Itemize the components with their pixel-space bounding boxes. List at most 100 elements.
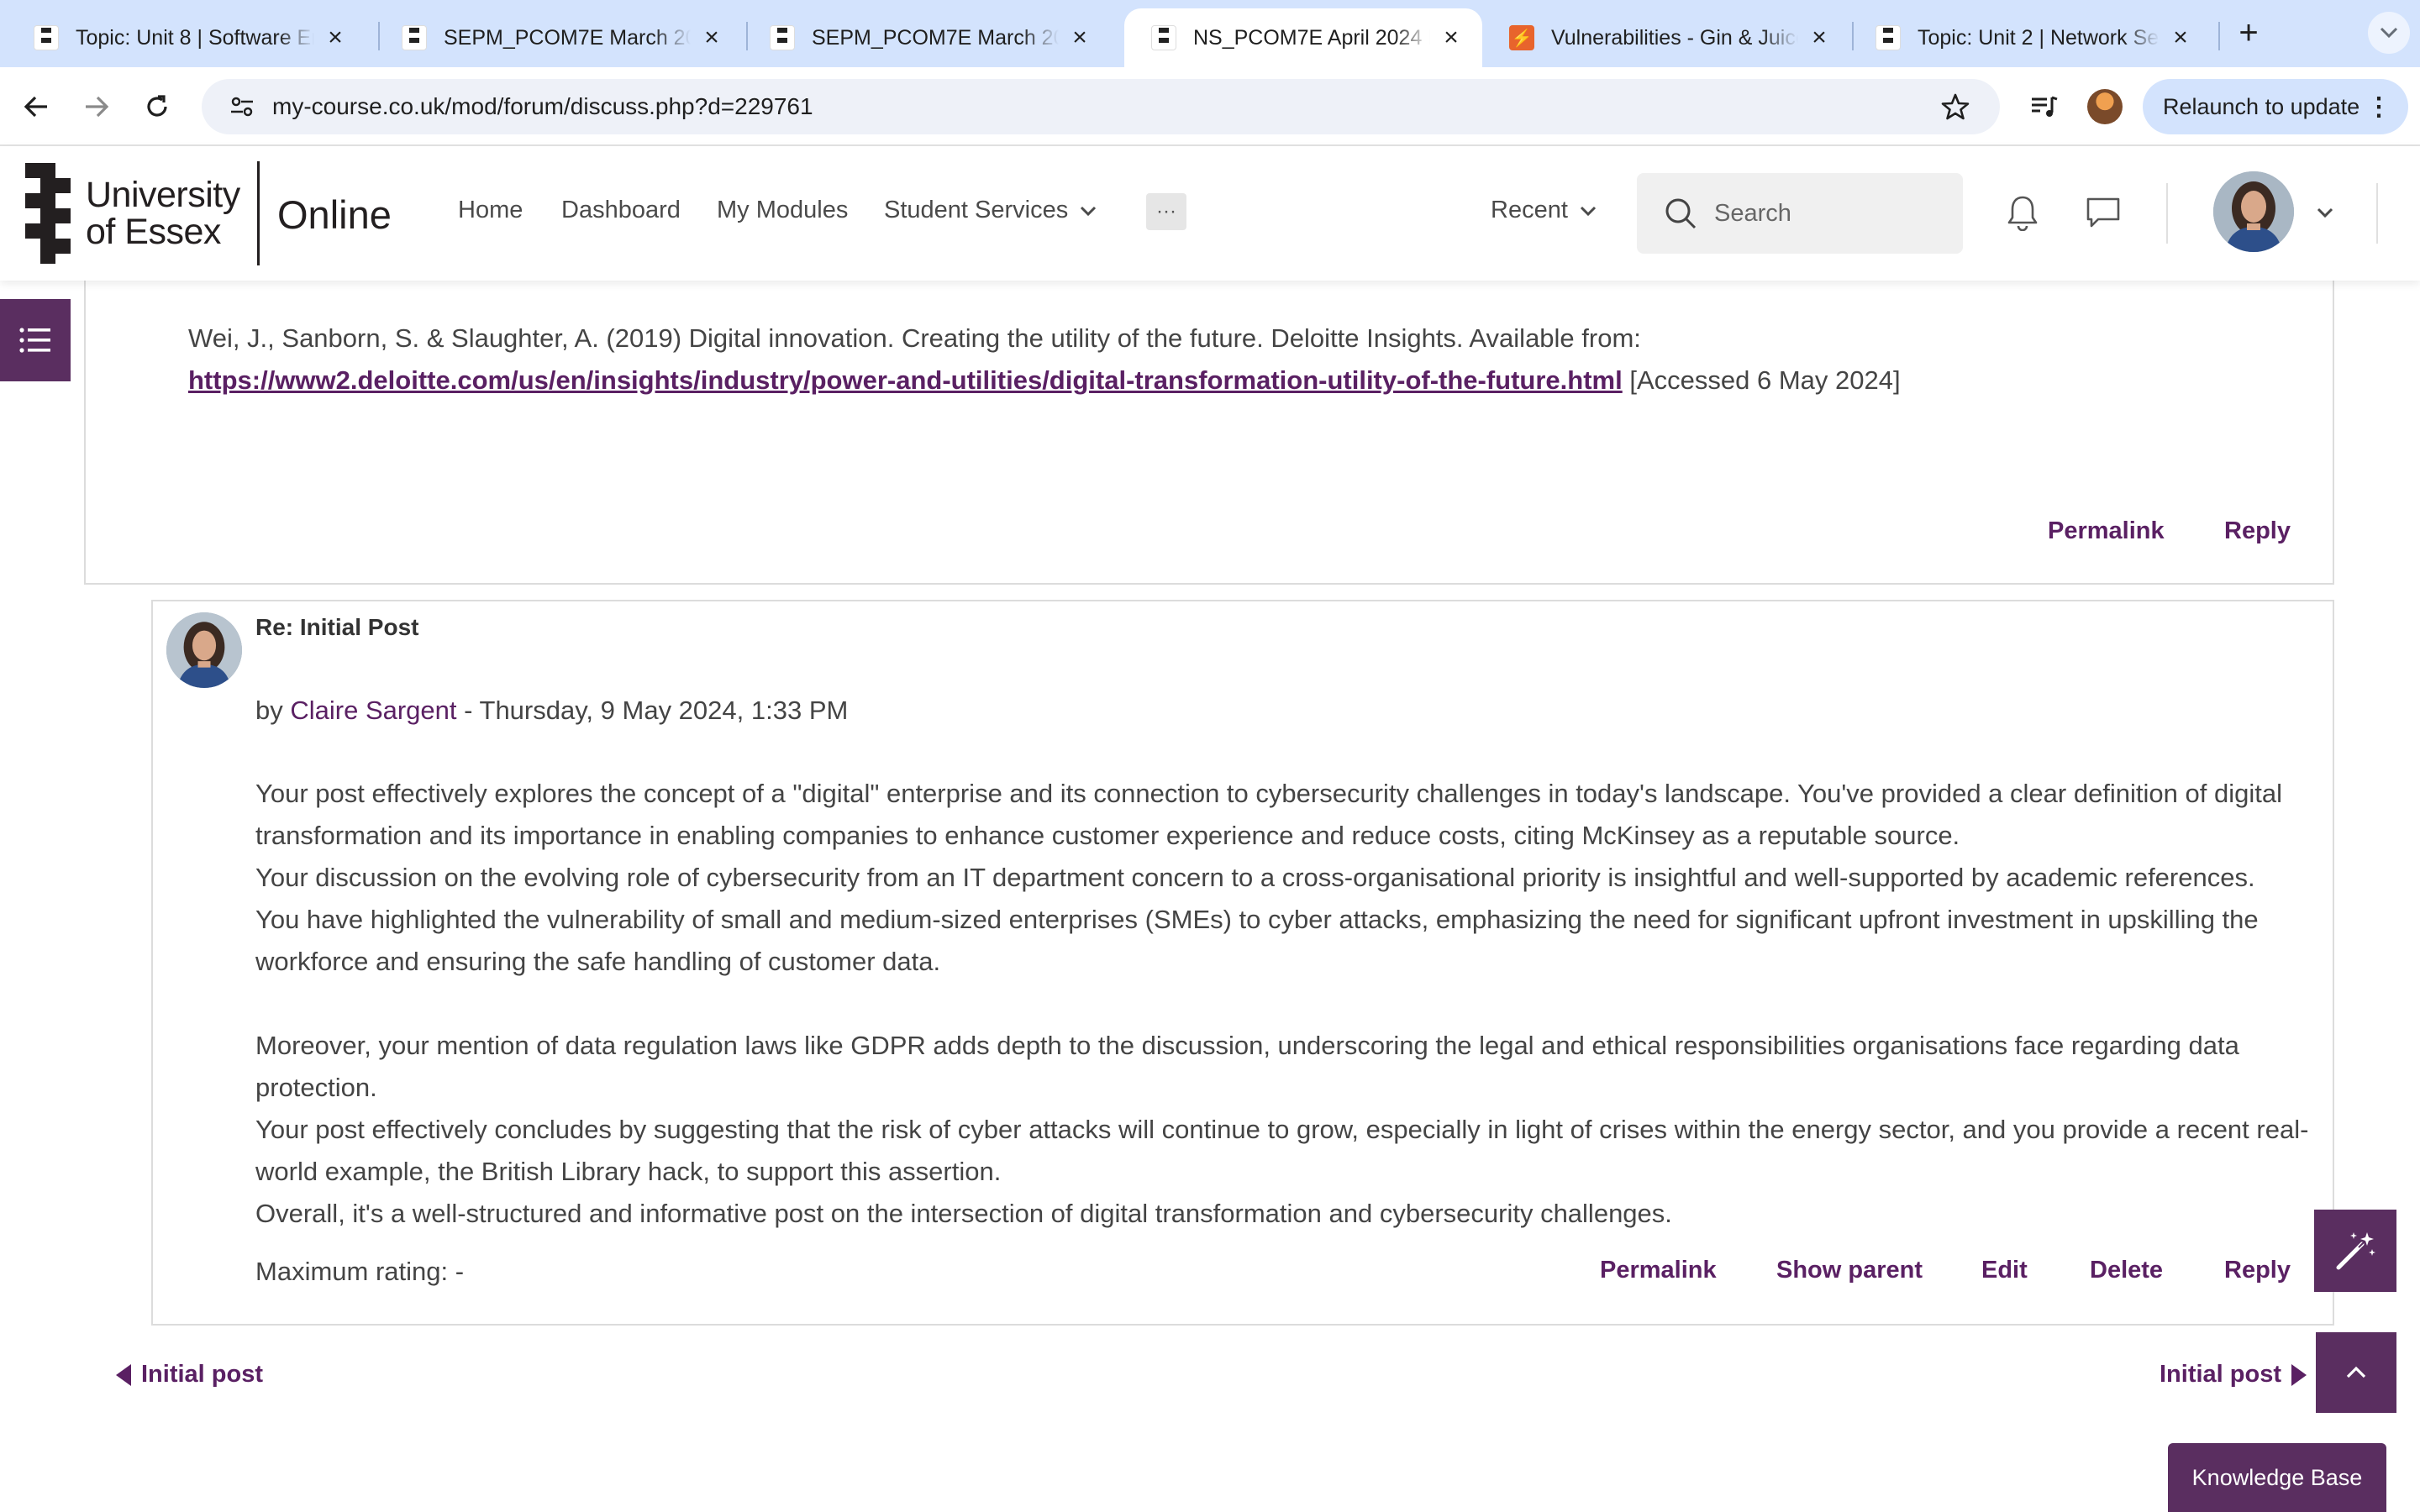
back-arrow-icon[interactable] <box>13 84 59 129</box>
chevron-up-icon <box>2346 1366 2366 1378</box>
logo-divider <box>257 161 260 265</box>
logo-line-1: University <box>86 175 240 215</box>
browser-tab[interactable]: SEPM_PCOM7E March 2024 × <box>375 8 743 67</box>
browser-menu-kebab-icon[interactable]: ⋮ <box>2366 92 2391 122</box>
nav-home-link[interactable]: Home <box>458 197 523 224</box>
triangle-right-icon <box>2291 1363 2307 1386</box>
permalink-link[interactable]: Permalink <box>2048 517 2165 545</box>
previous-discussion-link[interactable]: Initial post <box>116 1361 263 1389</box>
browser-tab[interactable]: SEPM_PCOM7E March 2024 × <box>743 8 1111 67</box>
nav-more-button[interactable]: ··· <box>1146 193 1186 230</box>
maximum-rating: Maximum rating: - <box>255 1257 465 1286</box>
byline-prefix: by <box>255 696 291 725</box>
author-link[interactable]: Claire Sargent <box>290 696 456 725</box>
post-paragraph: Your discussion on the evolving role of … <box>255 863 2255 892</box>
bookmark-star-icon[interactable] <box>1933 92 1978 121</box>
reply-link[interactable]: Reply <box>2224 1257 2291 1284</box>
magic-wand-button[interactable] <box>2314 1210 2396 1292</box>
tab-close-icon[interactable]: × <box>2168 24 2193 52</box>
tab-title: Vulnerabilities - Gin & Juice <box>1551 25 1798 50</box>
edit-link[interactable]: Edit <box>1981 1257 2028 1284</box>
browser-tab[interactable]: Topic: Unit 8 | Software Engineering × <box>7 8 366 67</box>
address-bar[interactable]: my-course.co.uk/mod/forum/discuss.php?d=… <box>202 79 2000 134</box>
site-search-input[interactable]: Search <box>1637 173 1963 254</box>
university-logo-mark-icon[interactable] <box>25 163 71 264</box>
tab-title: SEPM_PCOM7E March 2024 <box>444 25 691 50</box>
forward-arrow-icon[interactable] <box>74 84 119 129</box>
essex-favicon-icon <box>770 25 795 50</box>
url-text[interactable]: my-course.co.uk/mod/forum/discuss.php?d=… <box>272 93 1933 120</box>
post-paragraph: Your post effectively explores the conce… <box>255 779 2282 850</box>
recent-dropdown[interactable]: Recent <box>1491 197 1597 224</box>
logo-online-text[interactable]: Online <box>277 192 392 238</box>
previous-discussion-label: Initial post <box>141 1361 263 1388</box>
user-menu-chevron-down-icon[interactable] <box>2302 190 2348 235</box>
header-separator <box>2376 183 2378 244</box>
relaunch-label: Relaunch to update <box>2163 93 2360 119</box>
tab-close-icon[interactable]: × <box>1807 24 1832 52</box>
post-paragraph: Your post effectively concludes by sugge… <box>255 1115 2309 1186</box>
tab-close-icon[interactable]: × <box>699 24 724 52</box>
post-body: Your post effectively explores the conce… <box>255 773 2323 1235</box>
nav-my-modules-link[interactable]: My Modules <box>717 197 848 224</box>
reload-icon[interactable] <box>134 84 180 129</box>
recent-label: Recent <box>1491 197 1568 223</box>
browser-toolbar: my-course.co.uk/mod/forum/discuss.php?d=… <box>0 67 2420 146</box>
next-discussion-link[interactable]: Initial post <box>2160 1361 2307 1389</box>
tab-title: Topic: Unit 2 | Network Security <box>1918 25 2160 50</box>
tab-title: SEPM_PCOM7E March 2024 <box>812 25 1059 50</box>
tab-search-chevron-icon[interactable] <box>2368 12 2410 54</box>
essex-favicon-icon <box>34 25 59 50</box>
tab-close-icon[interactable]: × <box>1067 24 1092 52</box>
nav-student-services-dropdown[interactable]: Student Services <box>884 197 1097 224</box>
notifications-bell-icon[interactable] <box>2000 190 2045 235</box>
browser-tab[interactable]: Topic: Unit 2 | Network Security × <box>1849 8 2212 67</box>
essex-favicon-icon <box>402 25 427 50</box>
reference-citation: Wei, J., Sanborn, S. & Slaughter, A. (20… <box>188 318 2323 402</box>
list-icon <box>19 328 50 353</box>
tab-title: Topic: Unit 8 | Software Engineering <box>76 25 314 50</box>
tab-close-icon[interactable]: × <box>323 24 348 52</box>
post-paragraph: You have highlighted the vulnerability o… <box>255 905 2259 976</box>
site-info-tune-icon[interactable] <box>217 96 267 118</box>
reference-link[interactable]: https://www2.deloitte.com/us/en/insights… <box>188 365 1623 395</box>
essex-favicon-icon <box>1151 25 1176 50</box>
user-avatar[interactable] <box>2213 171 2294 252</box>
show-parent-link[interactable]: Show parent <box>1776 1257 1923 1284</box>
post-date: - Thursday, 9 May 2024, 1:33 PM <box>456 696 849 725</box>
author-avatar[interactable] <box>166 612 242 688</box>
browser-tab-active[interactable]: NS_PCOM7E April 2024 B × <box>1124 8 1482 67</box>
juice-favicon-icon: ⚡ <box>1509 25 1534 50</box>
reply-link[interactable]: Reply <box>2224 517 2291 545</box>
back-to-top-button[interactable] <box>2316 1332 2396 1413</box>
reference-prefix: Wei, J., Sanborn, S. & Slaughter, A. (20… <box>188 323 1641 353</box>
permalink-link[interactable]: Permalink <box>1600 1257 1717 1284</box>
header-separator <box>2166 183 2168 244</box>
media-controls-icon[interactable] <box>2022 84 2067 129</box>
triangle-left-icon <box>116 1363 131 1386</box>
browser-tab-strip: Topic: Unit 8 | Software Engineering × S… <box>0 0 2420 67</box>
messages-chat-icon[interactable] <box>2081 190 2126 235</box>
delete-link[interactable]: Delete <box>2090 1257 2163 1284</box>
post-paragraph: Moreover, your mention of data regulatio… <box>255 1031 2239 1102</box>
tab-close-icon[interactable]: × <box>1439 24 1464 52</box>
chevron-down-icon <box>1080 206 1097 216</box>
browser-profile-avatar[interactable] <box>2087 89 2123 124</box>
reference-suffix: [Accessed 6 May 2024] <box>1622 365 1901 395</box>
knowledge-base-button[interactable]: Knowledge Base <box>2168 1443 2386 1512</box>
nav-dashboard-link[interactable]: Dashboard <box>561 197 681 224</box>
university-logo-text[interactable]: University of Essex <box>86 176 240 250</box>
student-services-label: Student Services <box>884 197 1069 223</box>
course-index-drawer-toggle[interactable] <box>0 299 71 381</box>
new-tab-plus-icon[interactable]: + <box>2230 12 2267 54</box>
logo-line-2: of Essex <box>86 212 221 252</box>
tab-title: NS_PCOM7E April 2024 B <box>1193 25 1430 50</box>
relaunch-to-update-button[interactable]: Relaunch to update ⋮ <box>2143 79 2408 134</box>
previous-post-card <box>84 252 2334 585</box>
next-discussion-label: Initial post <box>2160 1361 2281 1388</box>
magic-wand-icon <box>2336 1232 2375 1270</box>
post-subject: Re: Initial Post <box>255 614 419 640</box>
browser-tab[interactable]: ⚡ Vulnerabilities - Gin & Juice × <box>1482 8 1850 67</box>
post-paragraph: Overall, it's a well-structured and info… <box>255 1199 1672 1228</box>
